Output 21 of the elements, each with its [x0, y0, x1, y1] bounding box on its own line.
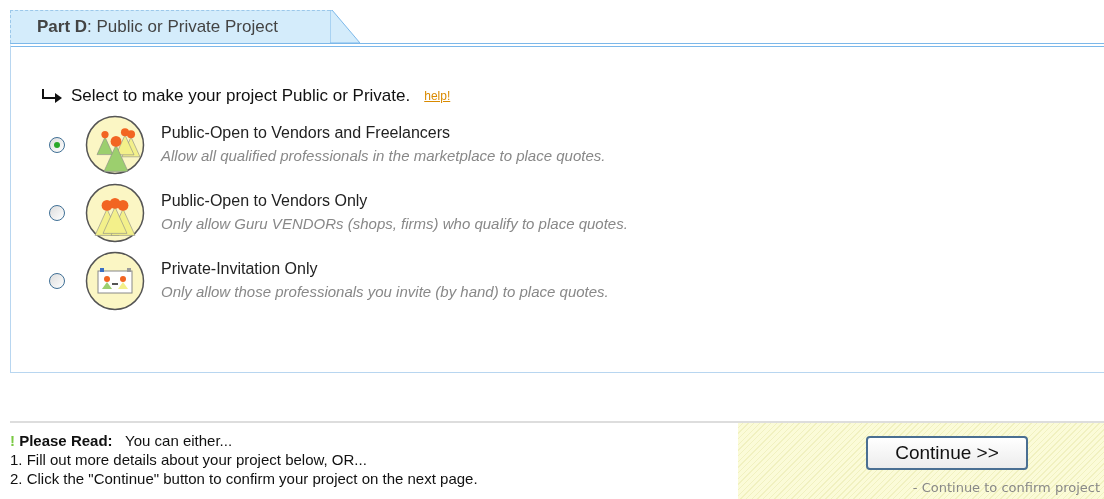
notice-text: You can either...	[125, 432, 233, 449]
notice-step: 2. Click the "Continue" button to confirm your project on the next page.	[10, 469, 478, 488]
option-description: Only allow Guru VENDORs (shops, firms) who qualify to place quotes.	[161, 214, 628, 235]
notice-step: 1. Fill out more details about your project below, OR...	[10, 450, 367, 469]
arrow-icon	[41, 88, 63, 103]
notice-label: Please Read:	[19, 432, 113, 449]
option-title: Public-Open to Vendors Only	[161, 191, 369, 212]
instruction-text: Select to make your project Public or Private.	[71, 85, 411, 107]
continue-button[interactable]: Continue >>	[866, 436, 1028, 470]
option-title: Public-Open to Vendors and Freelancers	[161, 123, 452, 144]
people-icon	[85, 114, 145, 175]
option-description: Allow all qualified professionals in the marketplace to place quotes.	[161, 146, 606, 167]
people-icon	[85, 182, 145, 243]
continue-caption: - Continue to confirm project	[912, 479, 1100, 497]
radio-button[interactable]	[49, 272, 65, 289]
invitation-icon	[85, 250, 145, 311]
option-title: Private-Invitation Only	[161, 259, 319, 280]
exclamation-mark: !	[10, 432, 15, 449]
radio-button[interactable]	[49, 204, 65, 221]
radio-button[interactable]	[49, 136, 65, 153]
option-description: Only allow those professionals you invite (by hand) to place quotes.	[161, 282, 609, 303]
